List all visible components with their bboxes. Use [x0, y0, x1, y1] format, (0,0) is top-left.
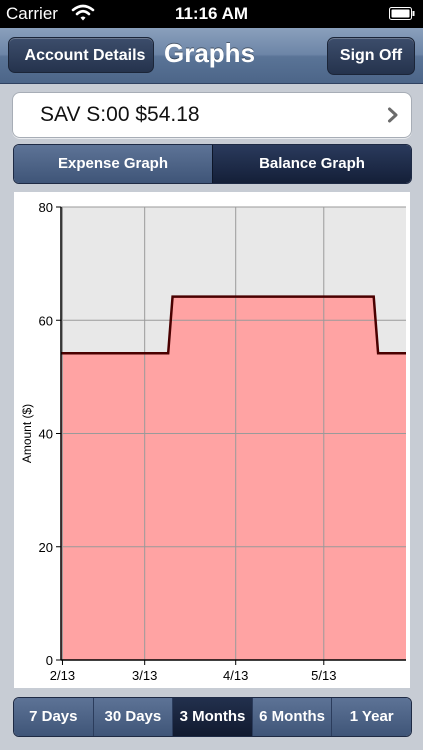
y-tick-label: 40 [39, 427, 53, 442]
y-axis-label: Amount ($) [20, 404, 34, 463]
navigation-bar: Account Details Graphs Sign Off [0, 28, 423, 84]
account-selector[interactable]: SAV S:00 $54.18 [12, 92, 412, 138]
back-button-label: Account Details [24, 47, 146, 64]
chart-svg: 0 20 40 60 80 2/13 3/13 4/13 5/13 Amount ($) [20, 200, 406, 683]
account-label: SAV S:00 $54.18 [40, 103, 200, 126]
page-title: Graphs [164, 38, 256, 68]
graph-type-selector: Expense Graph Balance Graph [13, 144, 412, 184]
x-tick-label: 4/13 [223, 668, 248, 683]
chevron-right-icon [388, 107, 398, 123]
battery-icon [389, 7, 415, 20]
x-tick-label: 3/13 [132, 668, 157, 683]
range-1-year[interactable]: 1 Year [331, 698, 411, 736]
y-tick-label: 20 [39, 540, 53, 555]
balance-graph-tab[interactable]: Balance Graph [212, 145, 411, 183]
y-tick-label: 80 [39, 200, 53, 215]
range-7-days[interactable]: 7 Days [14, 698, 93, 736]
range-6-months[interactable]: 6 Months [251, 698, 332, 736]
y-tick-label: 0 [46, 653, 53, 668]
clock: 11:16 AM [174, 4, 249, 23]
account-details-back-button[interactable]: Account Details [8, 37, 154, 73]
status-bar: Carrier 11:16 AM [0, 0, 423, 28]
sign-off-label: Sign Off [339, 47, 403, 64]
x-tick-label: 2/13 [50, 668, 75, 683]
range-30-days[interactable]: 30 Days [92, 698, 173, 736]
x-tick-label: 5/13 [311, 668, 336, 683]
expense-graph-tab[interactable]: Expense Graph [14, 145, 212, 183]
sign-off-button[interactable]: Sign Off [327, 37, 415, 75]
y-tick-label: 60 [39, 313, 53, 328]
range-3-months[interactable]: 3 Months [172, 698, 252, 736]
time-range-selector: 7 Days 30 Days 3 Months 6 Months 1 Year [13, 697, 412, 737]
balance-chart: 0 20 40 60 80 2/13 3/13 4/13 5/13 Amount ($) [14, 192, 410, 688]
